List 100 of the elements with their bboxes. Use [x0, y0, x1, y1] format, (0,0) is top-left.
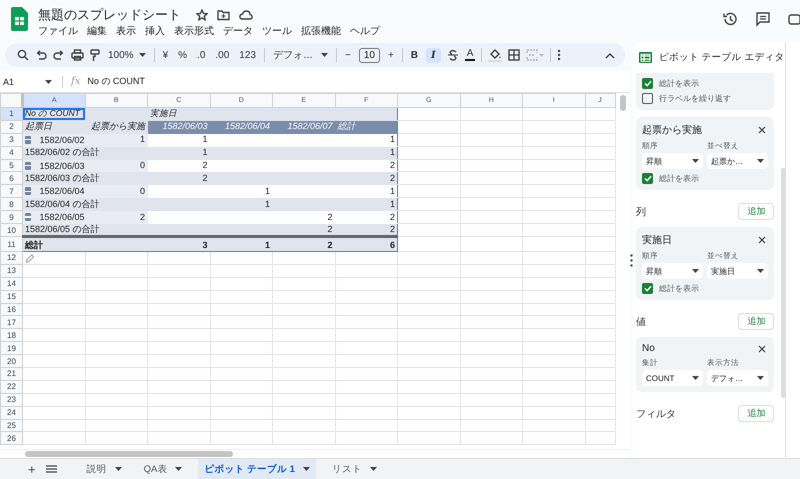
table-cell: 2: [202, 160, 208, 170]
row-header[interactable]: 14: [0, 277, 22, 290]
table-cell: 1582/06/03: [39, 160, 84, 170]
add-button[interactable]: 追加: [738, 203, 774, 220]
card-title: No: [642, 343, 655, 354]
menu-item[interactable]: 表示形式: [174, 24, 214, 38]
italic-button[interactable]: I: [426, 48, 441, 62]
number-format-button[interactable]: 123: [237, 48, 258, 62]
font-dropdown[interactable]: デフォ…: [270, 47, 330, 63]
table-cell: 1: [202, 147, 208, 158]
table-cell: 1: [390, 147, 395, 158]
menu-item[interactable]: ファイル: [38, 24, 78, 38]
currency-button[interactable]: ¥: [160, 48, 170, 62]
table-cell: 2: [327, 212, 332, 222]
checkbox-label: 行ラベルを繰り返す: [659, 93, 731, 104]
card-title: 実施日: [642, 234, 672, 247]
row-header[interactable]: 20: [0, 354, 22, 368]
row-header[interactable]: 12: [0, 252, 22, 264]
table-cell: 1582/06/05 の合計: [25, 224, 100, 234]
row-header[interactable]: 4: [0, 146, 22, 160]
table-cell: 2: [327, 240, 332, 250]
table-cell: 1582/06/04: [224, 121, 270, 132]
add-sheet-button[interactable]: +: [28, 462, 36, 476]
table-cell: 1582/06/03: [162, 121, 208, 132]
table-cell: 総計: [25, 240, 43, 250]
section-title: 列: [636, 206, 646, 218]
checkbox-label: 総計を表示: [659, 173, 699, 184]
row-header[interactable]: 6: [0, 172, 22, 185]
decrease-decimals-button[interactable]: .0: [195, 48, 208, 62]
sheet-tab[interactable]: QA表: [138, 458, 188, 479]
add-button[interactable]: 追加: [738, 405, 774, 422]
font-size-field[interactable]: 10: [358, 48, 380, 62]
sheet-tab[interactable]: リスト: [326, 458, 383, 479]
menu-item[interactable]: データ: [223, 24, 253, 38]
table-cell: 1: [264, 198, 270, 209]
row-header[interactable]: 22: [0, 380, 22, 394]
table-cell: 1582/06/05: [39, 212, 84, 222]
dropdown[interactable]: COUNT: [642, 370, 704, 386]
dropdown[interactable]: 昇順: [642, 263, 704, 279]
table-cell: No の COUNT: [25, 108, 80, 118]
menu-item[interactable]: 表示: [116, 24, 136, 38]
sheet-tab[interactable]: ピボット テーブル 1: [198, 458, 316, 479]
row-header[interactable]: 19: [0, 342, 22, 355]
card-title: 起票から実施: [642, 124, 702, 137]
table-cell: 2: [390, 212, 395, 222]
row-header[interactable]: 24: [0, 406, 22, 420]
sheet-tab[interactable]: 説明: [80, 458, 128, 479]
row-header[interactable]: 21: [0, 368, 22, 380]
fx-label: fx: [71, 76, 80, 87]
menu-item[interactable]: 挿入: [145, 24, 165, 38]
row-header[interactable]: 18: [0, 328, 22, 342]
name-box[interactable]: A1: [0, 76, 58, 86]
row-header[interactable]: 9: [0, 210, 22, 224]
row-header[interactable]: 3: [0, 133, 22, 146]
table-cell: 1582/06/02 の合計: [25, 147, 100, 158]
table-cell: 1: [140, 134, 145, 144]
dropdown[interactable]: デフォ…: [707, 370, 768, 386]
table-cell: 実施日: [150, 108, 177, 118]
menu-item[interactable]: ヘルプ: [350, 24, 380, 38]
menu-item[interactable]: 拡張機能: [301, 24, 341, 38]
table-cell: 1: [390, 134, 395, 144]
dropdown[interactable]: 昇順: [642, 153, 704, 169]
bold-button[interactable]: B: [408, 48, 420, 62]
table-cell: 2: [202, 172, 208, 183]
row-header[interactable]: 1: [0, 108, 22, 120]
row-header[interactable]: 23: [0, 393, 22, 406]
checkbox-label: 総計を表示: [659, 283, 699, 294]
zoom-dropdown[interactable]: 100%: [106, 48, 148, 62]
row-header[interactable]: 8: [0, 198, 22, 211]
increase-size-button[interactable]: +: [386, 48, 396, 62]
table-cell: 0: [140, 186, 145, 196]
table-cell: 2: [327, 224, 332, 234]
row-header[interactable]: 16: [0, 303, 22, 316]
row-header[interactable]: 25: [0, 419, 22, 432]
table-cell: 1: [390, 198, 395, 209]
dropdown[interactable]: 実施日: [707, 263, 768, 279]
row-header[interactable]: 17: [0, 316, 22, 329]
percent-button[interactable]: %: [176, 48, 190, 62]
formula-input[interactable]: No の COUNT: [87, 75, 145, 88]
row-header[interactable]: 10: [0, 224, 22, 237]
decrease-size-button[interactable]: −: [342, 48, 353, 62]
document-title[interactable]: 無題のスプレッドシート: [38, 6, 181, 24]
table-cell: 1582/06/04: [39, 186, 84, 196]
row-header[interactable]: 5: [0, 159, 22, 172]
menu-item[interactable]: ツール: [262, 24, 292, 38]
add-button[interactable]: 追加: [738, 313, 774, 330]
dropdown[interactable]: 起票か…: [707, 153, 768, 169]
menu-item[interactable]: 編集: [87, 24, 107, 38]
row-header[interactable]: 2: [0, 120, 22, 134]
increase-decimals-button[interactable]: .00: [213, 48, 232, 62]
row-header[interactable]: 11: [0, 236, 22, 252]
row-header[interactable]: 13: [0, 264, 22, 278]
table-cell: 1: [390, 186, 395, 196]
text-color-button[interactable]: A: [464, 49, 476, 61]
table-cell: 0: [140, 160, 145, 170]
row-header[interactable]: 26: [0, 432, 22, 445]
table-cell: 1582/06/04 の合計: [25, 198, 100, 209]
row-header[interactable]: 7: [0, 184, 22, 198]
row-header[interactable]: 15: [0, 290, 22, 304]
checkbox-label: 総計を表示: [659, 78, 699, 89]
